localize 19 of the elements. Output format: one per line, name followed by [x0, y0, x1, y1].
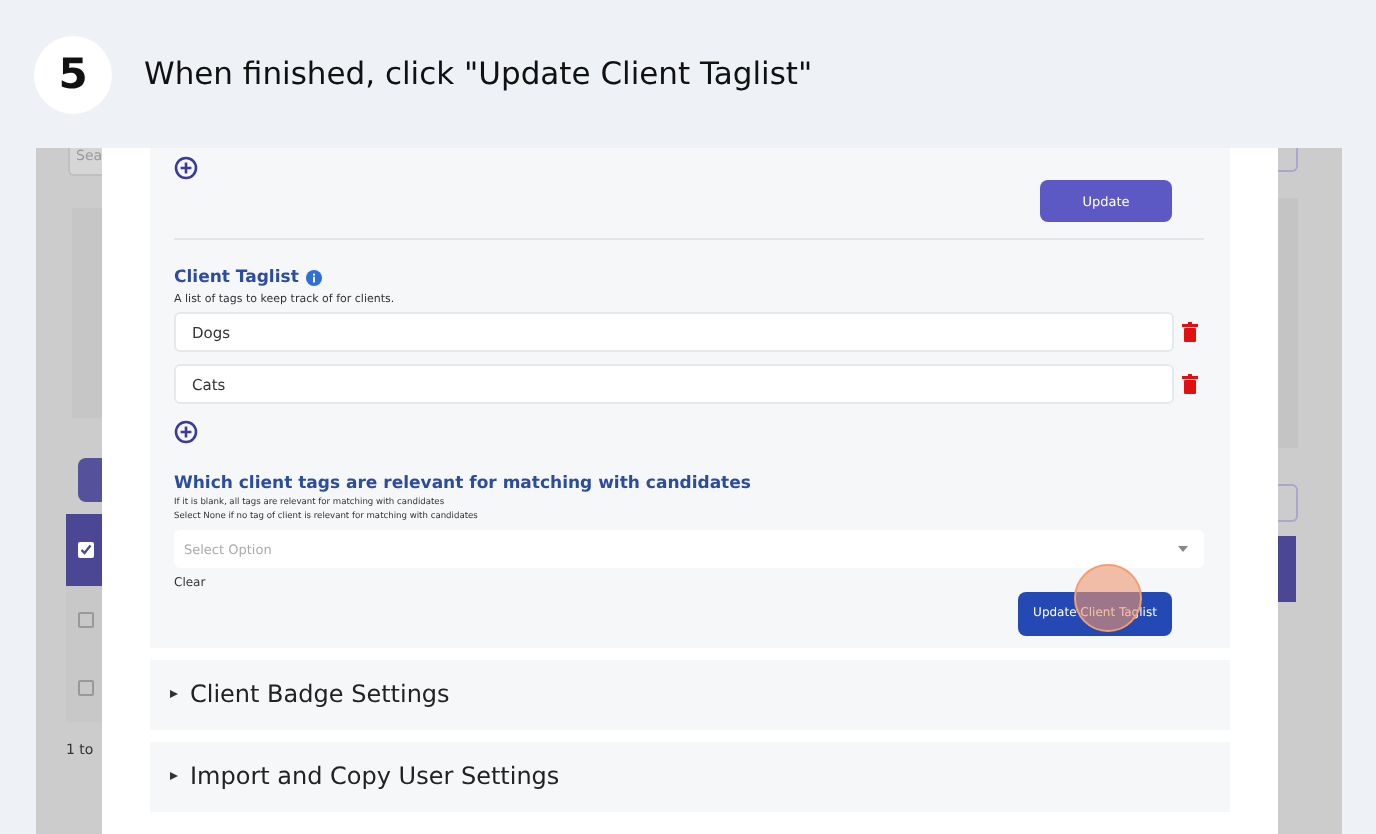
step-instruction: When finished, click "Update Client Taglist"	[144, 56, 813, 92]
add-icon[interactable]	[174, 420, 198, 444]
accordion-header[interactable]: Client Badge Settings	[150, 659, 1230, 729]
checkbox[interactable]	[78, 680, 94, 696]
step-number: 5	[34, 35, 112, 113]
add-icon[interactable]	[174, 156, 198, 180]
section-title: Which client tags are relevant for matching with candidates	[174, 474, 753, 494]
checkbox[interactable]	[78, 612, 94, 628]
table-header	[1278, 536, 1296, 602]
trash-icon[interactable]	[1182, 322, 1198, 342]
info-icon[interactable]	[306, 270, 323, 286]
section-title: Client Taglist	[174, 268, 299, 288]
checkbox[interactable]	[78, 542, 94, 558]
accordion-header[interactable]: Import and Copy User Settings	[150, 741, 1230, 811]
caret-icon	[170, 770, 178, 782]
caret-icon	[1178, 546, 1188, 552]
trash-icon[interactable]	[1182, 374, 1198, 394]
caret-icon	[170, 688, 178, 700]
backdrop-button[interactable]	[78, 458, 102, 502]
